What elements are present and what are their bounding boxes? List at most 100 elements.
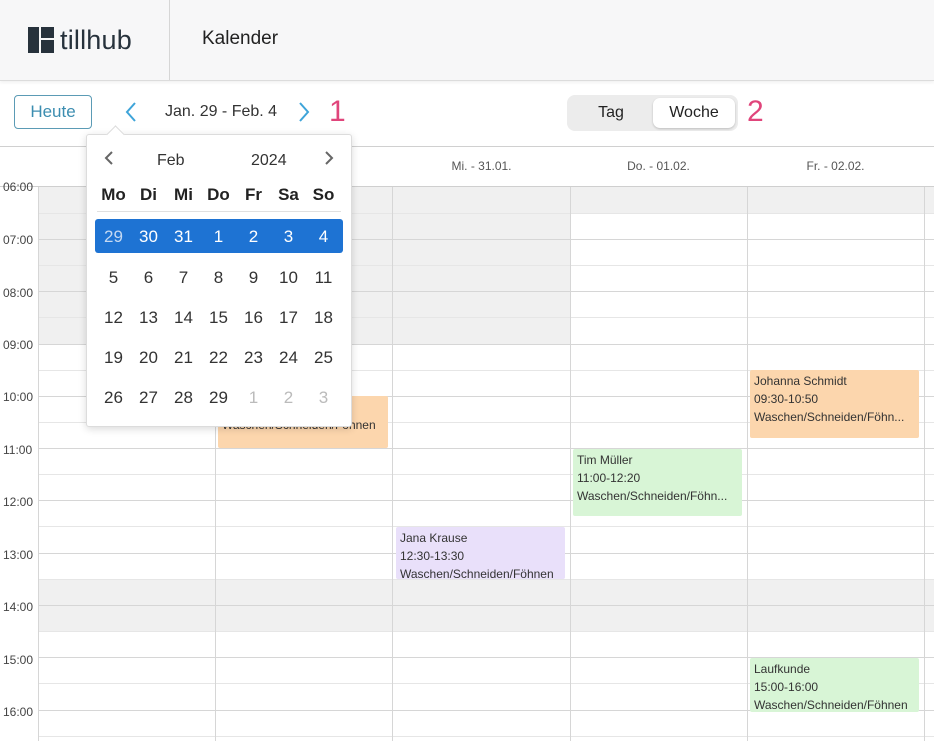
popover-arrow	[106, 125, 125, 144]
time-label: 11:00	[3, 443, 33, 457]
day-cell[interactable]: 5	[96, 268, 131, 288]
appointment-event[interactable]: Tim Müller 11:00-12:20 Waschen/Schneiden…	[573, 449, 742, 516]
day-cell[interactable]: 13	[131, 308, 166, 328]
grid-line	[38, 736, 934, 737]
time-label: 10:00	[3, 390, 34, 404]
day-cell[interactable]: 9	[236, 268, 271, 288]
weekday-header: So	[312, 185, 335, 204]
logo-mark-icon	[28, 27, 54, 53]
day-cell[interactable]: 30	[131, 227, 166, 247]
chevron-left-icon[interactable]	[103, 149, 115, 173]
time-label: 12:00	[3, 495, 34, 509]
day-cell[interactable]: 14	[166, 308, 201, 328]
event-time: 09:30-10:50	[754, 392, 819, 406]
day-cell[interactable]: 25	[306, 348, 341, 368]
day-cell[interactable]: 2	[236, 227, 271, 247]
grid-line	[38, 605, 934, 606]
grid-column-line	[392, 187, 393, 741]
day-header-friday: Fr. - 02.02.	[806, 159, 865, 173]
time-label: 09:00	[3, 338, 34, 352]
time-label: 16:00	[3, 705, 34, 719]
weekday-header: Mo	[101, 185, 126, 204]
day-cell[interactable]: 1	[201, 227, 236, 247]
grid-line	[38, 579, 934, 580]
day-cell[interactable]: 29	[96, 227, 131, 247]
day-cell[interactable]: 3	[306, 388, 341, 408]
event-service: Waschen/Schneiden/Föhnen	[754, 698, 908, 712]
view-day-button[interactable]: Tag	[571, 98, 651, 128]
day-cell[interactable]: 10	[271, 268, 306, 288]
day-header-thursday: Do. - 01.02.	[627, 159, 690, 173]
weekday-header: Mi	[174, 185, 193, 204]
datepicker-year[interactable]: 2024	[251, 152, 287, 170]
day-cell[interactable]: 12	[96, 308, 131, 328]
annotation-marker-2: 2	[747, 95, 764, 128]
grid-column-line	[747, 187, 748, 741]
day-header-wednesday: Mi. - 31.01.	[451, 159, 512, 173]
view-week-button[interactable]: Woche	[653, 98, 735, 128]
day-cell[interactable]: 29	[201, 388, 236, 408]
event-service: Waschen/Schneiden/Föhn...	[754, 410, 905, 424]
time-label: 15:00	[3, 653, 34, 667]
time-label: 14:00	[3, 600, 34, 614]
view-toggle: Tag Woche	[567, 95, 738, 131]
weekday-header: Sa	[278, 185, 299, 204]
header-divider	[169, 0, 170, 80]
day-cell[interactable]: 26	[96, 388, 131, 408]
day-cell[interactable]: 7	[166, 268, 201, 288]
datepicker-month[interactable]: Feb	[157, 152, 185, 170]
event-service: Waschen/Schneiden/Föhn...	[577, 489, 728, 503]
grid-column-line	[38, 187, 39, 741]
grid-line	[38, 500, 934, 501]
grid-line	[38, 474, 934, 475]
appointment-event[interactable]: Laufkunde 15:00-16:00 Waschen/Schneiden/…	[750, 658, 919, 712]
day-cell[interactable]: 16	[236, 308, 271, 328]
weekday-header: Fr	[245, 185, 262, 204]
day-cell[interactable]: 18	[306, 308, 341, 328]
page-title: Kalender	[202, 28, 279, 49]
chevron-right-icon[interactable]	[294, 98, 314, 126]
day-cell[interactable]: 24	[271, 348, 306, 368]
day-cell[interactable]: 1	[236, 388, 271, 408]
appointment-event[interactable]: Johanna Schmidt 09:30-10:50 Waschen/Schn…	[750, 370, 919, 438]
day-cell[interactable]: 8	[201, 268, 236, 288]
day-cell[interactable]: 11	[306, 268, 341, 288]
day-cell[interactable]: 31	[166, 227, 201, 247]
logo-text: tillhub	[60, 24, 132, 55]
day-cell[interactable]: 19	[96, 348, 131, 368]
day-cell[interactable]: 4	[306, 227, 341, 247]
day-cell[interactable]: 6	[131, 268, 166, 288]
weekday-header: Di	[140, 185, 157, 204]
event-name: Jana Krause	[400, 531, 468, 545]
day-cell[interactable]: 15	[201, 308, 236, 328]
date-range-label[interactable]: Jan. 29 - Feb. 4	[165, 103, 277, 121]
day-cell[interactable]: 17	[271, 308, 306, 328]
today-button[interactable]: Heute	[14, 95, 92, 129]
event-time: 15:00-16:00	[754, 680, 819, 694]
appointment-event[interactable]: Jana Krause 12:30-13:30 Waschen/Schneide…	[396, 527, 565, 579]
annotation-marker-1: 1	[329, 95, 346, 128]
day-cell[interactable]: 22	[201, 348, 236, 368]
day-cell[interactable]: 3	[271, 227, 306, 247]
grid-line	[38, 631, 934, 632]
grid-column-line	[924, 187, 925, 741]
time-label: 06:00	[3, 180, 34, 194]
day-cell[interactable]: 20	[131, 348, 166, 368]
tillhub-logo[interactable]: tillhub	[28, 24, 132, 56]
grid-column-line	[570, 187, 571, 741]
event-time: 12:30-13:30	[400, 549, 465, 563]
day-cell[interactable]: 2	[271, 388, 306, 408]
event-service: Waschen/Schneiden/Föhnen	[400, 567, 554, 579]
unavailable-area	[570, 187, 934, 213]
time-label: 13:00	[3, 548, 34, 562]
date-picker-popup: Feb 2024 Mo Di Mi Do Fr Sa So 29 30 31 1…	[86, 125, 352, 427]
top-bar: tillhub Kalender	[0, 0, 934, 81]
day-cell[interactable]: 28	[166, 388, 201, 408]
day-cell[interactable]: 27	[131, 388, 166, 408]
time-label: 07:00	[3, 233, 34, 247]
day-cell[interactable]: 21	[166, 348, 201, 368]
datepicker-divider	[97, 211, 341, 212]
chevron-left-icon[interactable]	[121, 98, 141, 126]
day-cell[interactable]: 23	[236, 348, 271, 368]
chevron-right-icon[interactable]	[323, 149, 335, 173]
